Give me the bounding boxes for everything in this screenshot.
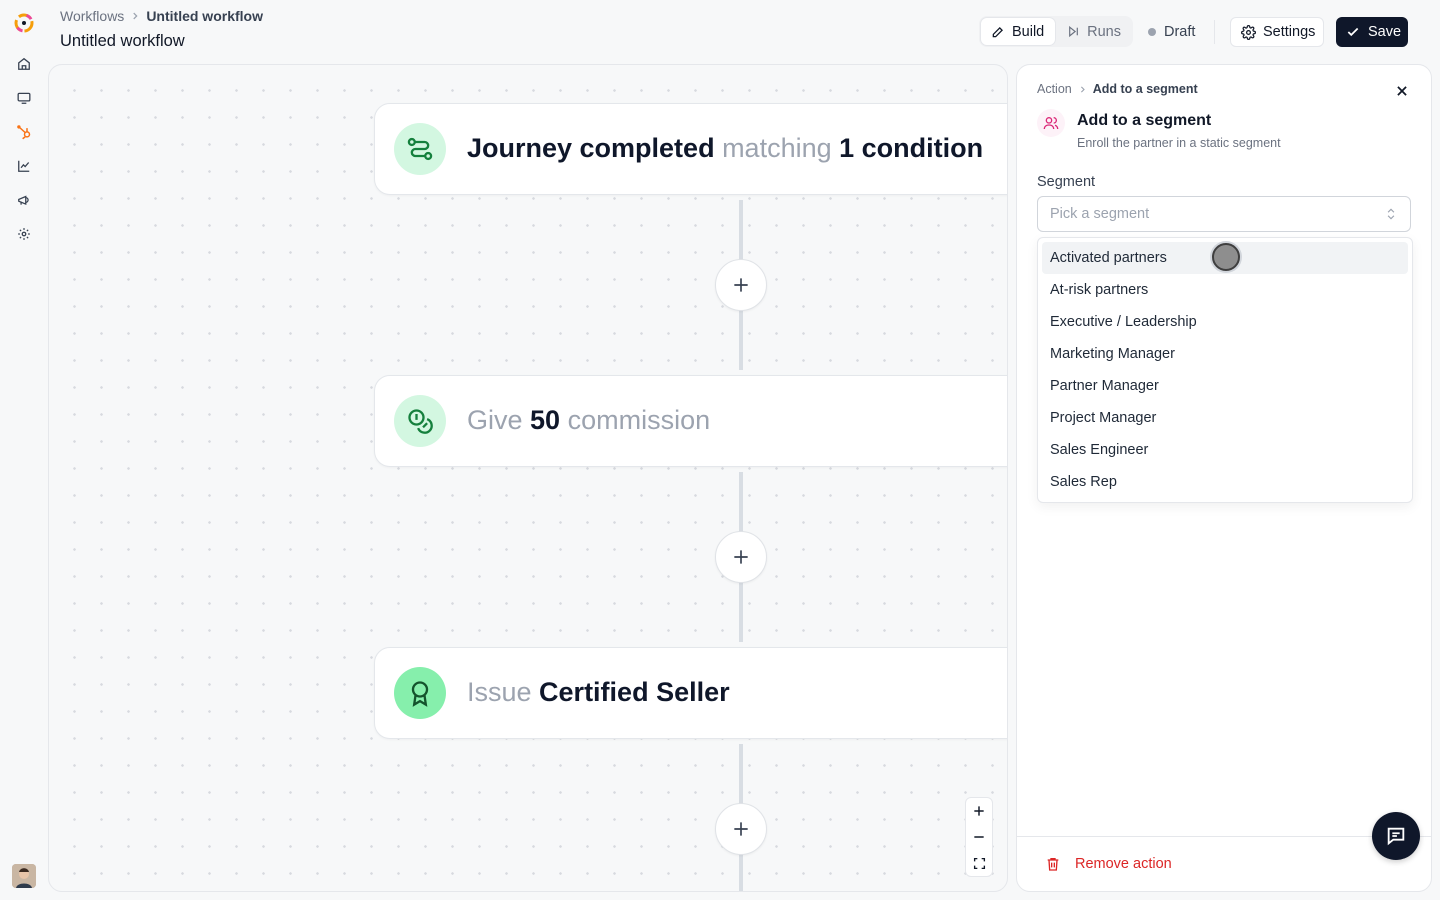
plus-icon: [734, 550, 748, 564]
segment-option[interactable]: Partner Manager: [1042, 370, 1408, 402]
fullscreen-icon: [973, 857, 985, 869]
node-text-part: Certified Seller: [539, 677, 730, 707]
mouse-cursor: [1212, 243, 1240, 271]
node-text-part: 1 condition: [839, 133, 984, 163]
gear-icon[interactable]: [16, 226, 32, 242]
segment-dropdown: Activated partners At-risk partners Exec…: [1037, 237, 1413, 503]
hubspot-icon[interactable]: [16, 124, 32, 140]
trash-icon: [1047, 858, 1059, 871]
panel-footer-divider: [1017, 836, 1431, 837]
connector-line: [739, 854, 743, 891]
workflow-node-trigger[interactable]: Journey completed matching 1 condition: [374, 103, 1007, 195]
tab-runs[interactable]: Runs: [1057, 18, 1131, 45]
node-text-part: Give: [467, 405, 531, 435]
fit-view-button[interactable]: [966, 850, 992, 876]
node-title: Give 50 commission: [467, 405, 710, 436]
chat-button[interactable]: [1372, 812, 1420, 860]
breadcrumb-current: Untitled workflow: [146, 8, 263, 24]
panel-breadcrumb-parent[interactable]: Action: [1037, 82, 1072, 96]
status-dot: [1148, 28, 1156, 36]
segment-option[interactable]: At-risk partners: [1042, 274, 1408, 306]
workflow-canvas[interactable]: Journey completed matching 1 condition G…: [48, 64, 1008, 892]
node-text-part: Journey completed: [467, 133, 715, 163]
plus-icon: [974, 806, 984, 816]
remove-action-button[interactable]: Remove action: [1045, 854, 1172, 874]
panel-breadcrumb-current: Add to a segment: [1092, 82, 1198, 96]
check-icon: [1347, 27, 1359, 37]
home-icon[interactable]: [16, 56, 32, 72]
close-panel-button[interactable]: [1392, 81, 1412, 101]
route-icon: [394, 123, 446, 175]
left-rail: [0, 0, 48, 900]
node-text-part: 50: [530, 405, 561, 435]
skip-forward-icon: [1069, 25, 1079, 38]
chevron-up-down-icon: [1387, 208, 1395, 220]
action-description: Enroll the partner in a static segment: [1077, 136, 1281, 150]
save-label: Save: [1368, 24, 1402, 40]
monitor-icon[interactable]: [16, 90, 32, 106]
connector-line: [739, 200, 743, 260]
status-label: Draft: [1164, 24, 1196, 40]
zoom-in-button[interactable]: [966, 798, 992, 824]
megaphone-icon[interactable]: [16, 192, 32, 208]
segment-option[interactable]: Sales Engineer: [1042, 434, 1408, 466]
workflow-node-commission[interactable]: Give 50 commission: [374, 375, 1007, 467]
status-badge: Draft: [1148, 21, 1195, 43]
settings-label: Settings: [1263, 24, 1316, 40]
award-icon: [394, 667, 446, 719]
segment-option[interactable]: Sales Rep: [1042, 466, 1408, 498]
header-divider: [1214, 20, 1215, 44]
connector-line: [739, 744, 743, 804]
tab-runs-label: Runs: [1087, 23, 1121, 40]
connector-line: [739, 472, 743, 532]
connector-line: [739, 310, 743, 370]
chevron-right-icon: [133, 12, 138, 20]
node-title: Journey completed matching 1 condition: [467, 133, 983, 164]
panel-breadcrumb: Action Add to a segment: [1037, 82, 1198, 96]
minus-icon: [974, 836, 984, 838]
segment-option[interactable]: Project Manager: [1042, 402, 1408, 434]
node-text-part: Issue: [467, 677, 540, 707]
chat-icon: [1387, 827, 1405, 846]
add-step-button[interactable]: [715, 803, 767, 855]
coins-icon: [394, 395, 446, 447]
zoom-out-button[interactable]: [966, 824, 992, 850]
add-step-button[interactable]: [715, 531, 767, 583]
node-text-part: matching: [714, 133, 840, 163]
action-panel: Action Add to a segment Add to a segment…: [1016, 64, 1432, 892]
segment-field-label: Segment: [1037, 174, 1096, 190]
close-icon: [1397, 86, 1407, 96]
connector-line: [739, 582, 743, 642]
segment-select[interactable]: Pick a segment: [1037, 196, 1411, 232]
plus-icon: [734, 822, 748, 836]
settings-button[interactable]: Settings: [1230, 17, 1324, 47]
breadcrumb: Workflows Untitled workflow: [60, 7, 263, 25]
save-button[interactable]: Save: [1336, 17, 1408, 47]
zoom-controls: [965, 797, 993, 877]
remove-action-label: Remove action: [1075, 856, 1172, 872]
tab-build-label: Build: [1012, 23, 1045, 40]
users-icon: [1037, 109, 1065, 137]
avatar[interactable]: [12, 864, 36, 888]
add-step-button[interactable]: [715, 259, 767, 311]
pencil-icon: [992, 26, 1003, 37]
app-logo[interactable]: [12, 11, 36, 35]
action-title: Add to a segment: [1077, 112, 1212, 129]
breadcrumb-workflows-link[interactable]: Workflows: [60, 8, 124, 24]
workflow-node-badge[interactable]: Issue Certified Seller: [374, 647, 1007, 739]
chart-icon[interactable]: [16, 158, 32, 174]
gear-icon: [1241, 24, 1256, 40]
chevron-right-icon: [1080, 85, 1085, 93]
page-title[interactable]: Untitled workflow: [60, 32, 185, 51]
segment-option[interactable]: Marketing Manager: [1042, 338, 1408, 370]
plus-icon: [734, 278, 748, 292]
view-toggle: Build Runs: [979, 16, 1133, 47]
node-text-part: commission: [560, 405, 711, 435]
node-title: Issue Certified Seller: [467, 677, 730, 708]
segment-option[interactable]: Executive / Leadership: [1042, 306, 1408, 338]
tab-build[interactable]: Build: [981, 18, 1056, 45]
segment-select-placeholder: Pick a segment: [1050, 206, 1150, 222]
